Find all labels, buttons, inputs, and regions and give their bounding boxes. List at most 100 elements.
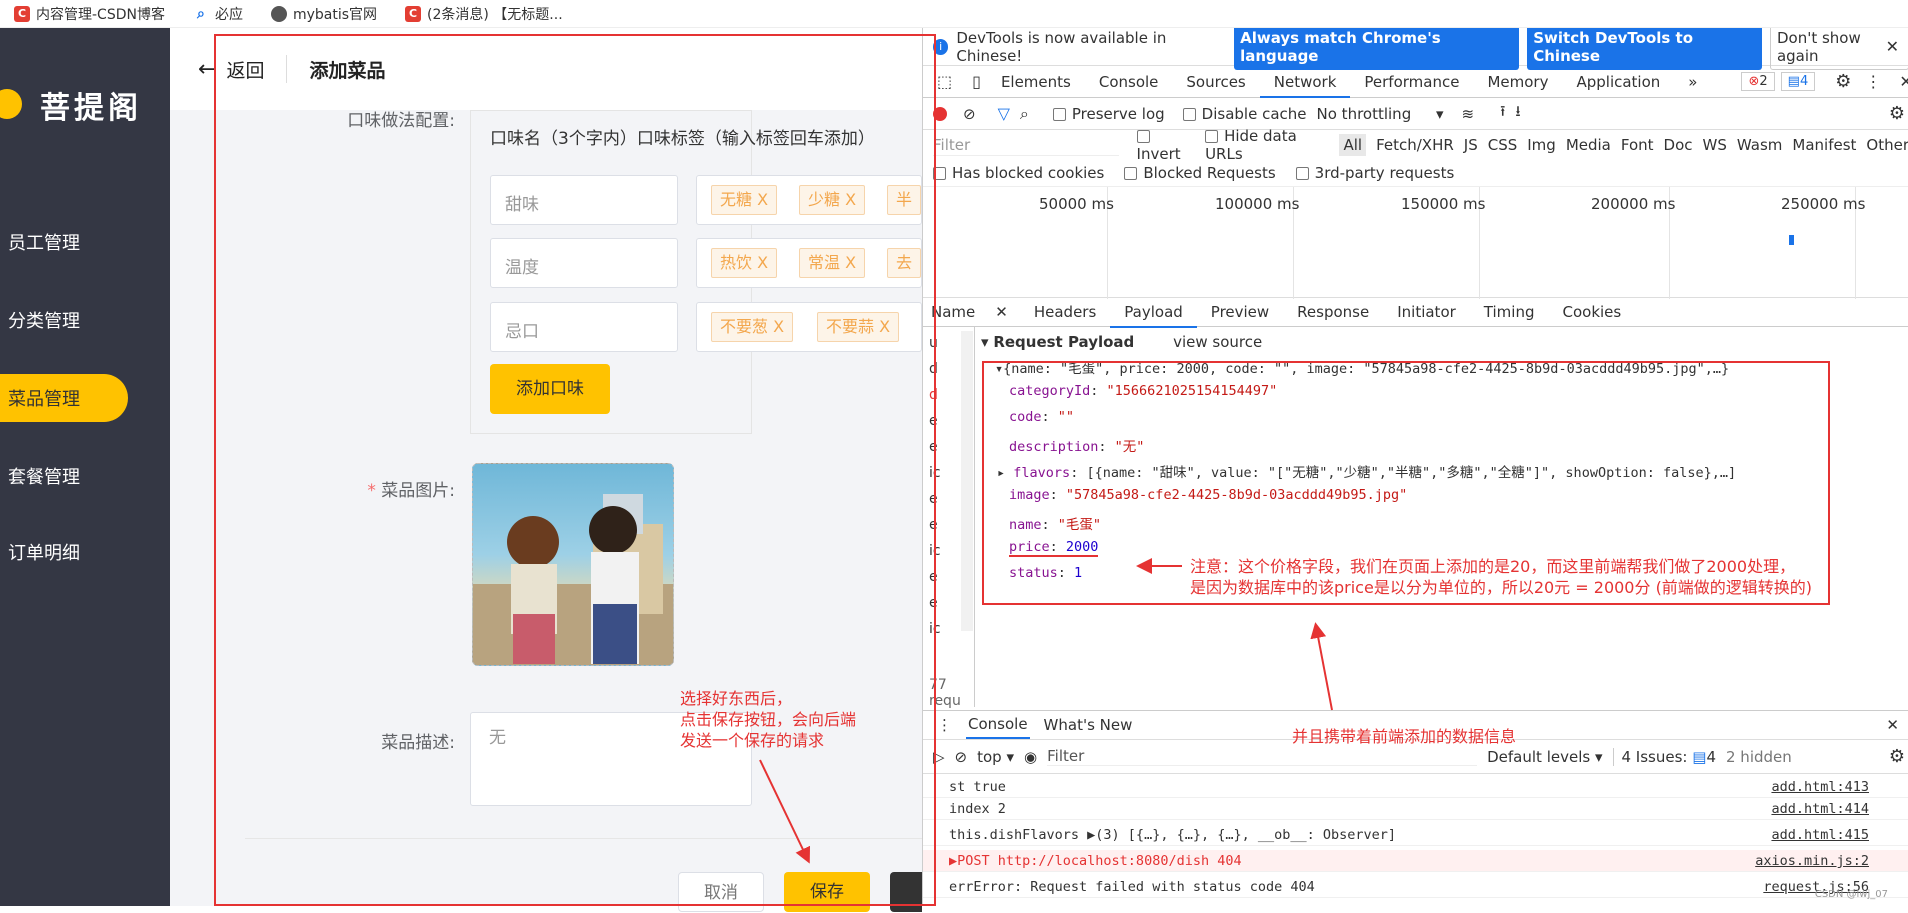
flavor-tags-input[interactable]: 不要葱 X 不要蒜 X (696, 302, 922, 352)
request-row[interactable]: e (929, 517, 938, 533)
tab-application[interactable]: Application (1562, 66, 1674, 98)
bookmark-mybatis[interactable]: mybatis官网 (257, 4, 391, 24)
levels-select[interactable]: Default levels ▾ (1487, 748, 1602, 766)
match-language-button[interactable]: Always match Chrome's language (1234, 28, 1520, 70)
sidebar-toggle-icon[interactable]: ▷ (933, 748, 945, 766)
clear-icon[interactable]: ⊘ (963, 105, 976, 123)
tab-initiator[interactable]: Initiator (1383, 296, 1470, 328)
sidebar-item-category[interactable]: 分类管理 (0, 296, 170, 344)
request-row[interactable]: d (929, 387, 938, 403)
payload-field[interactable]: ▸ flavors: [{name: "甜味", value: "["无糖","… (997, 461, 1736, 481)
hide-data-urls-checkbox[interactable]: Hide data URLs (1205, 127, 1329, 163)
flavor-name-input[interactable]: 温度 (490, 238, 678, 288)
dish-image[interactable] (472, 463, 674, 666)
bookmark-bing[interactable]: ⌕ 必应 (179, 4, 257, 24)
network-settings-icon[interactable]: ⚙ (1889, 103, 1905, 124)
cancel-button[interactable]: 取消 (678, 872, 764, 912)
flavor-tag[interactable]: 半 (887, 185, 921, 215)
tab-console[interactable]: Console (1085, 66, 1173, 98)
view-source-link[interactable]: view source (1173, 333, 1262, 351)
record-icon[interactable] (933, 106, 947, 121)
type-filter-xhr[interactable]: Fetch/XHR (1376, 136, 1454, 154)
settings-gear-icon[interactable]: ⚙ (1835, 71, 1851, 92)
sidebar-item-setmeal[interactable]: 套餐管理 (0, 452, 170, 500)
type-filter-wasm[interactable]: Wasm (1737, 136, 1783, 154)
back-arrow-icon[interactable]: ← (198, 57, 216, 82)
request-row[interactable]: e (929, 569, 938, 585)
tab-elements[interactable]: Elements (987, 66, 1085, 98)
add-flavor-button[interactable]: 添加口味 (490, 364, 610, 414)
flavor-tag[interactable]: 无糖 X (711, 185, 778, 215)
flavor-tag[interactable]: 不要蒜 X (817, 312, 900, 342)
flavor-name-input[interactable]: 甜味 (490, 175, 678, 225)
request-row[interactable]: d (929, 361, 938, 377)
drawer-menu-icon[interactable]: ⋮ (937, 716, 952, 734)
console-filter-input[interactable]: Filter (1047, 747, 1478, 766)
filter-icon[interactable]: ▽ (998, 104, 1010, 123)
type-filter-media[interactable]: Media (1566, 136, 1611, 154)
messages-badge[interactable]: ▤4 (1780, 72, 1816, 91)
type-filter-manifest[interactable]: Manifest (1792, 136, 1856, 154)
tab-headers[interactable]: Headers (1020, 296, 1110, 328)
third-party-checkbox[interactable]: 3rd-party requests (1295, 164, 1454, 182)
source-link[interactable]: add.html:415 (1771, 824, 1869, 846)
type-filter-font[interactable]: Font (1621, 136, 1654, 154)
blocked-cookies-checkbox[interactable]: Has blocked cookies (933, 164, 1104, 182)
tab-payload[interactable]: Payload (1110, 296, 1197, 328)
tab-cookies[interactable]: Cookies (1548, 296, 1635, 328)
request-row[interactable]: e (929, 595, 938, 611)
type-filter-doc[interactable]: Doc (1664, 136, 1693, 154)
switch-chinese-button[interactable]: Switch DevTools to Chinese (1527, 28, 1762, 70)
kebab-menu-icon[interactable]: ⋮ (1865, 72, 1881, 91)
tab-preview[interactable]: Preview (1197, 296, 1283, 328)
source-link[interactable]: add.html:414 (1771, 798, 1869, 820)
close-devtools-icon[interactable]: ✕ (1899, 72, 1908, 91)
console-settings-icon[interactable]: ⚙ (1889, 746, 1905, 767)
type-filter-ws[interactable]: WS (1703, 136, 1727, 154)
tab-timing[interactable]: Timing (1470, 296, 1549, 328)
tab-sources[interactable]: Sources (1172, 66, 1259, 98)
back-link[interactable]: 返回 (226, 56, 264, 83)
request-row[interactable]: e (929, 491, 938, 507)
scrollbar[interactable] (961, 331, 973, 631)
throttling-select[interactable]: No throttling ▾ (1317, 105, 1444, 123)
sidebar-item-employee[interactable]: 员工管理 (0, 218, 170, 266)
type-filter-css[interactable]: CSS (1488, 136, 1518, 154)
flavor-name-input[interactable]: 忌口 (490, 302, 678, 352)
payload-summary[interactable]: ▾{name: "毛蛋", price: 2000, code: "", ima… (995, 357, 1729, 377)
type-filter-other[interactable]: Other (1866, 136, 1908, 154)
invert-checkbox[interactable]: Invert (1136, 127, 1196, 163)
blocked-requests-checkbox[interactable]: Blocked Requests (1124, 164, 1276, 182)
flavor-tags-input[interactable]: 无糖 X 少糖 X 半 (696, 175, 922, 225)
tab-performance[interactable]: Performance (1350, 66, 1473, 98)
bookmark-csdn[interactable]: C 内容管理-CSDN博客 (0, 4, 179, 24)
name-column-header[interactable]: Name (923, 303, 983, 321)
close-detail-icon[interactable]: ✕ (983, 303, 1020, 321)
extra-button[interactable] (890, 872, 922, 912)
sidebar-item-order[interactable]: 订单明细 (0, 528, 170, 576)
tab-memory[interactable]: Memory (1473, 66, 1562, 98)
close-drawer-icon[interactable]: ✕ (1886, 716, 1899, 734)
preserve-log-checkbox[interactable]: Preserve log (1052, 105, 1165, 123)
bookmark-csdn-message[interactable]: C (2条消息) 【无标题... (391, 4, 577, 24)
request-row[interactable]: ic (929, 621, 941, 637)
context-select[interactable]: top ▾ (977, 748, 1014, 766)
save-button[interactable]: 保存 (784, 872, 870, 912)
download-icon[interactable]: ⭳ (1515, 101, 1520, 126)
source-link[interactable]: add.html:413 (1771, 776, 1869, 798)
request-row[interactable]: u (929, 335, 938, 351)
request-row[interactable]: e (929, 439, 938, 455)
tab-network[interactable]: Network (1259, 66, 1351, 98)
request-row[interactable]: ic (929, 543, 941, 559)
source-link[interactable]: axios.min.js:2 (1755, 850, 1869, 872)
device-toolbar-icon[interactable]: ▯ (966, 66, 987, 98)
flavor-tags-input[interactable]: 热饮 X 常温 X 去 (696, 238, 922, 288)
request-row[interactable]: ic (929, 465, 941, 481)
tab-response[interactable]: Response (1283, 296, 1383, 328)
search-icon[interactable]: ⌕ (1020, 104, 1029, 124)
sidebar-item-dish[interactable]: 菜品管理 (0, 374, 128, 422)
errors-badge[interactable]: ⊗2 (1741, 72, 1775, 91)
type-filter-all[interactable]: All (1339, 134, 1367, 156)
eye-icon[interactable]: ◉ (1024, 748, 1037, 766)
wifi-icon[interactable]: ≋ (1462, 105, 1475, 123)
